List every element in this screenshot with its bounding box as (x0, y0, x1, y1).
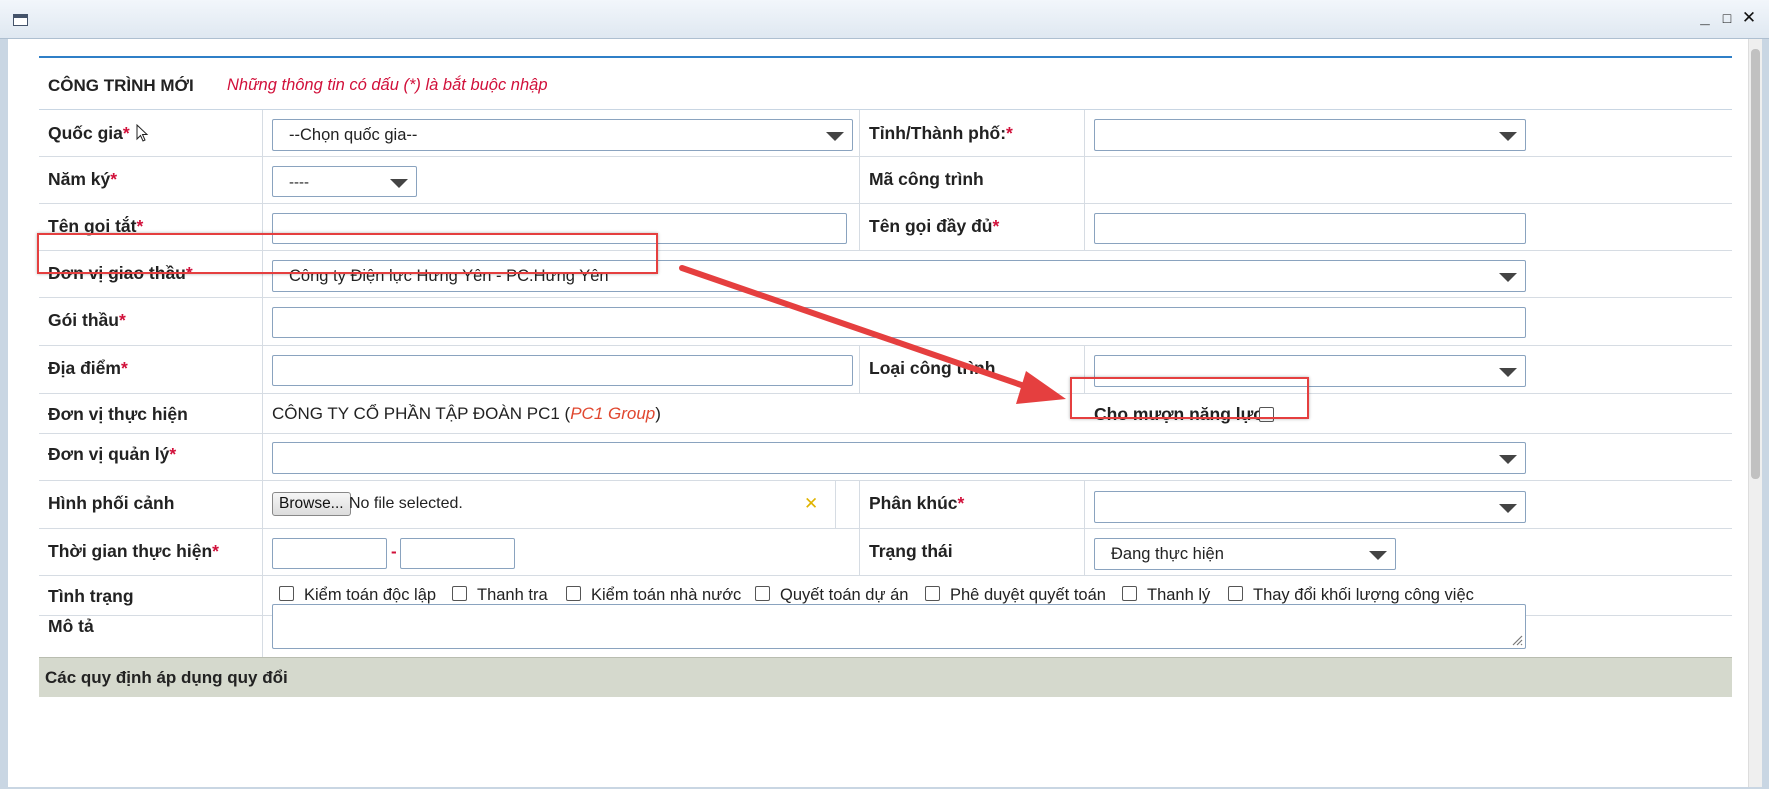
scrollbar-thumb[interactable] (1751, 49, 1760, 479)
close-button[interactable]: ✕ (1741, 9, 1757, 27)
window-titlebar: _ □ ✕ (0, 0, 1769, 39)
minimize-button[interactable]: _ (1697, 9, 1713, 27)
vertical-scrollbar[interactable] (1748, 39, 1762, 787)
dialog-content: CÔNG TRÌNH MỚI Những thông tin có dấu (*… (8, 39, 1748, 787)
maximize-button[interactable]: □ (1719, 9, 1735, 27)
mouse-cursor-icon (136, 124, 149, 142)
window-icon (13, 14, 28, 26)
annotation-arrow-icon (679, 265, 1066, 404)
